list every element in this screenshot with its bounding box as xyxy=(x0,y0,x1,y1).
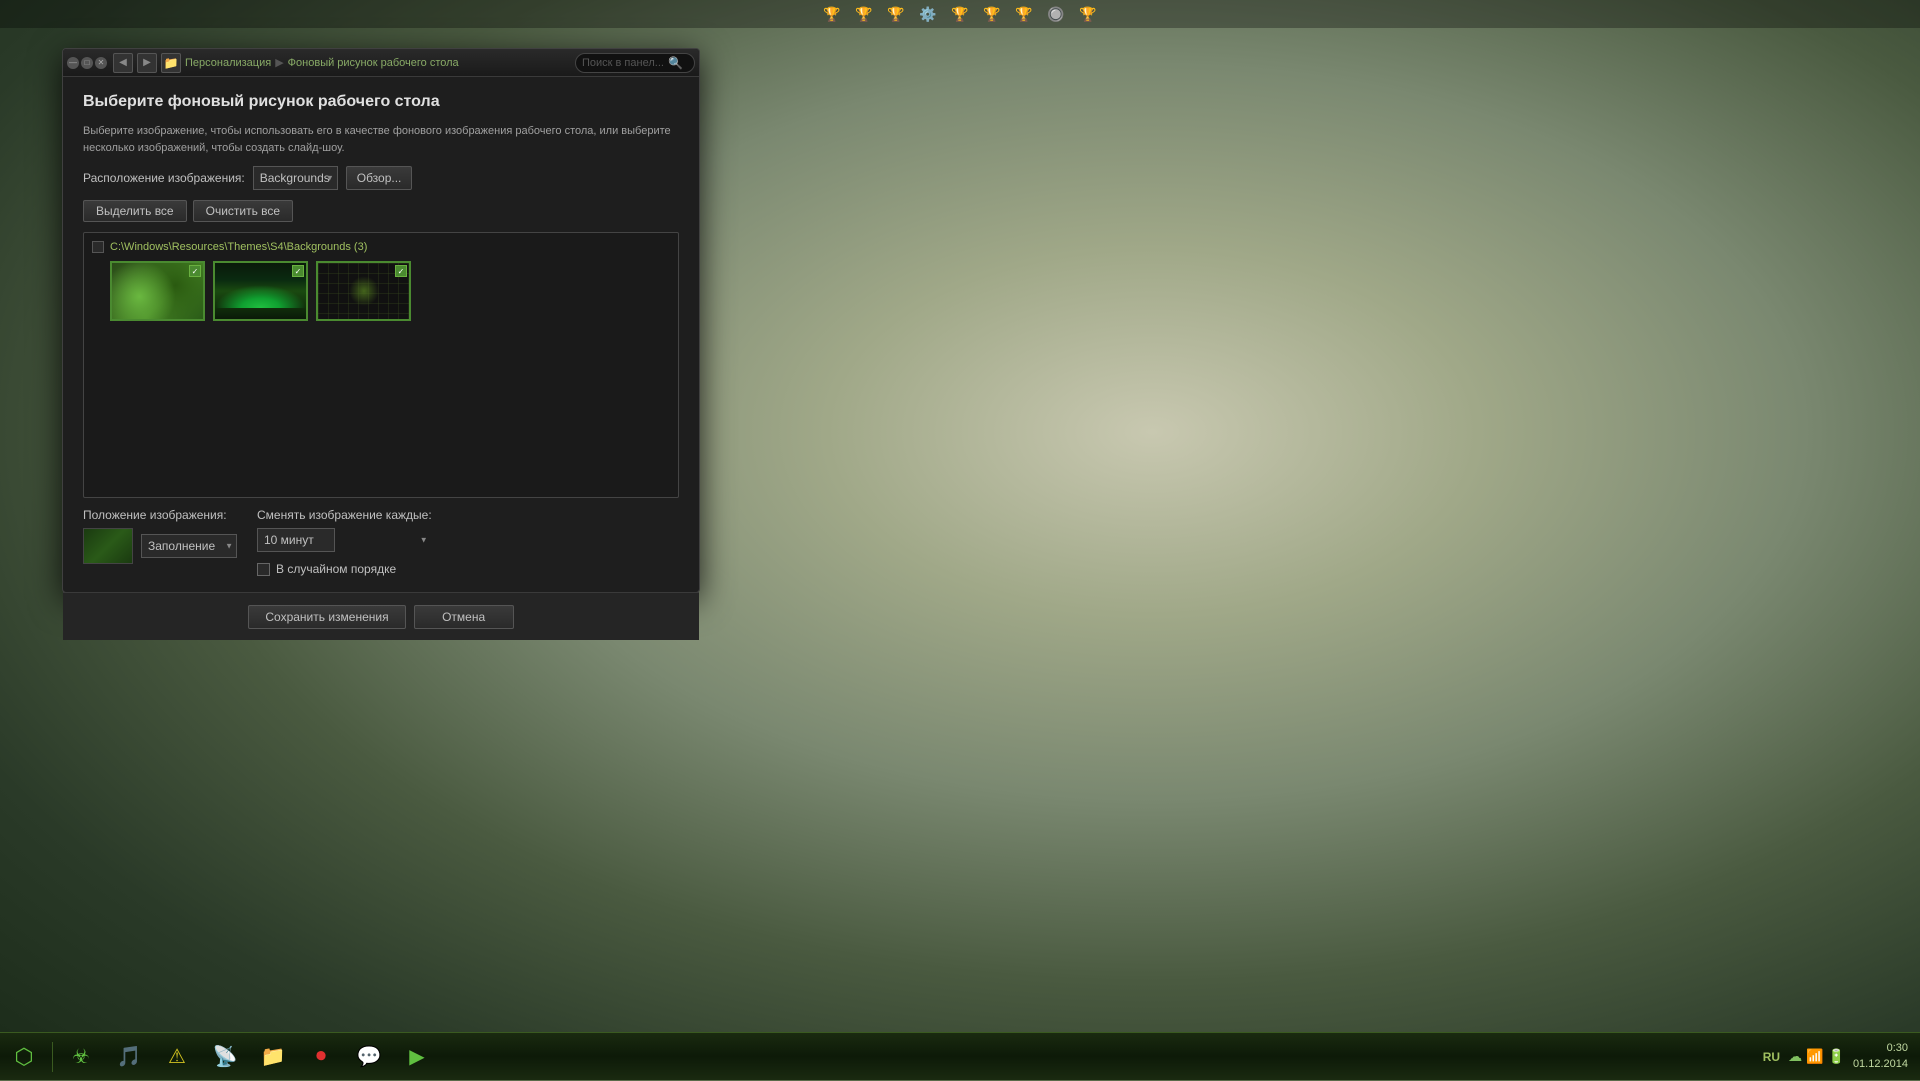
toolbar-icon-2[interactable]: 🏆 xyxy=(850,2,878,26)
search-placeholder: Поиск в панел... xyxy=(582,57,664,69)
random-checkbox-row: В случайном порядке xyxy=(257,562,432,576)
taskbar-right: RU ☁ 📶 🔋 0:30 01.12.2014 xyxy=(1763,1041,1920,1072)
breadcrumb-separator-1: ▶ xyxy=(275,56,283,69)
signal-icon: 📶 xyxy=(1806,1048,1823,1065)
toolbar-icon-3[interactable]: 🏆 xyxy=(882,2,910,26)
nav-back-button[interactable]: ◀ xyxy=(113,53,133,73)
clock-time: 0:30 xyxy=(1853,1041,1908,1056)
dialog-content: Выберите фоновый рисунок рабочего стола … xyxy=(63,77,699,592)
breadcrumb-wallpaper[interactable]: Фоновый рисунок рабочего стола xyxy=(288,57,459,69)
bottom-section: Положение изображения: Заполнение Сменят… xyxy=(83,508,679,576)
taskbar-icon-record[interactable]: ⏺ xyxy=(297,1033,345,1081)
taskbar-icon-media[interactable]: 🎵 xyxy=(105,1033,153,1081)
random-checkbox[interactable] xyxy=(257,563,270,576)
search-box: Поиск в панел... 🔍 xyxy=(575,53,695,73)
shield-icon: ☣ xyxy=(72,1044,90,1069)
position-section: Положение изображения: Заполнение xyxy=(83,508,237,564)
image-location-row: Расположение изображения: Backgrounds Об… xyxy=(83,166,679,190)
action-buttons: Выделить все Очистить все xyxy=(83,200,679,222)
taskbar-icon-warning[interactable]: ⚠ xyxy=(153,1033,201,1081)
toolbar-icon-4[interactable]: ⚙️ xyxy=(914,2,942,26)
thumb-1-checkbox[interactable]: ✓ xyxy=(189,265,201,277)
warning-icon: ⚠ xyxy=(168,1044,186,1069)
clear-all-button[interactable]: Очистить все xyxy=(193,200,293,222)
record-icon: ⏺ xyxy=(316,1045,326,1068)
app-icon: ▶ xyxy=(409,1044,424,1069)
network-icon: 📡 xyxy=(213,1044,238,1069)
location-select-wrapper: Backgrounds xyxy=(253,166,338,190)
position-select[interactable]: Заполнение xyxy=(141,534,237,558)
start-icon: ⬡ xyxy=(14,1044,33,1070)
close-button[interactable]: ✕ xyxy=(95,57,107,69)
taskbar-separator-1 xyxy=(52,1042,53,1072)
toolbar-icon-9[interactable]: 🏆 xyxy=(1074,2,1102,26)
dialog-titlebar: — □ ✕ ◀ ▶ 📁 Персонализация ▶ Фоновый рис… xyxy=(63,49,699,77)
image-location-label: Расположение изображения: xyxy=(83,171,245,185)
start-button[interactable]: ⬡ xyxy=(0,1033,48,1081)
position-preview-img xyxy=(84,529,132,563)
taskbar-icon-shield[interactable]: ☣ xyxy=(57,1033,105,1081)
wallpaper-dialog: — □ ✕ ◀ ▶ 📁 Персонализация ▶ Фоновый рис… xyxy=(62,48,700,593)
change-interval-select[interactable]: 10 минут xyxy=(257,528,335,552)
change-label: Сменять изображение каждые: xyxy=(257,508,432,522)
folder-path: C:\Windows\Resources\Themes\S4\Backgroun… xyxy=(110,241,367,253)
clock-date: 01.12.2014 xyxy=(1853,1057,1908,1072)
taskbar-icon-network[interactable]: 📡 xyxy=(201,1033,249,1081)
toolbar-icon-7[interactable]: 🏆 xyxy=(1010,2,1038,26)
maximize-button[interactable]: □ xyxy=(81,57,93,69)
thumbnail-1[interactable]: ✓ xyxy=(110,261,205,321)
folder-row: C:\Windows\Resources\Themes\S4\Backgroun… xyxy=(92,241,670,253)
position-preview xyxy=(83,528,133,564)
thumb-2-checkbox[interactable]: ✓ xyxy=(292,265,304,277)
breadcrumb-personalize[interactable]: Персонализация xyxy=(185,57,271,69)
position-row: Заполнение xyxy=(83,528,237,564)
change-select-wrapper: 10 минут xyxy=(257,528,432,552)
breadcrumb: Персонализация ▶ Фоновый рисунок рабочег… xyxy=(185,56,571,69)
media-icon: 🎵 xyxy=(117,1044,142,1069)
thumbnail-3[interactable]: ✓ xyxy=(316,261,411,321)
toolbar-icon-6[interactable]: 🏆 xyxy=(978,2,1006,26)
dialog-footer: Сохранить изменения Отмена xyxy=(63,592,699,640)
dialog-description: Выберите изображение, чтобы использовать… xyxy=(83,123,679,156)
taskbar-icon-folder[interactable]: 📁 xyxy=(249,1033,297,1081)
folder-icon: 📁 xyxy=(261,1044,286,1069)
taskbar-clock: 0:30 01.12.2014 xyxy=(1853,1041,1908,1072)
search-icon[interactable]: 🔍 xyxy=(668,56,683,70)
toolbar-icon-5[interactable]: 🏆 xyxy=(946,2,974,26)
taskbar-icons: ☣ 🎵 ⚠ 📡 📁 ⏺ 💬 ▶ xyxy=(57,1033,1763,1080)
thumbnail-2[interactable]: ✓ xyxy=(213,261,308,321)
random-label: В случайном порядке xyxy=(276,562,396,576)
chat-icon: 💬 xyxy=(357,1044,382,1069)
change-section: Сменять изображение каждые: 10 минут В с… xyxy=(257,508,432,576)
thumb-3-checkbox[interactable]: ✓ xyxy=(395,265,407,277)
taskbar-icon-app[interactable]: ▶ xyxy=(393,1033,441,1081)
toolbar-icon-8[interactable]: 🔘 xyxy=(1042,2,1070,26)
image-grid-container: C:\Windows\Resources\Themes\S4\Backgroun… xyxy=(83,232,679,498)
minimize-button[interactable]: — xyxy=(67,57,79,69)
top-toolbar: 🏆 🏆 🏆 ⚙️ 🏆 🏆 🏆 🔘 🏆 xyxy=(0,0,1920,28)
cancel-button[interactable]: Отмена xyxy=(414,605,514,629)
position-select-wrapper: Заполнение xyxy=(141,534,237,558)
nav-folder-button[interactable]: 📁 xyxy=(161,53,181,73)
taskbar-lang: RU xyxy=(1763,1050,1780,1064)
titlebar-nav: ◀ ▶ 📁 Персонализация ▶ Фоновый рисунок р… xyxy=(113,53,695,73)
select-all-button[interactable]: Выделить все xyxy=(83,200,187,222)
browse-button[interactable]: Обзор... xyxy=(346,166,413,190)
position-label: Положение изображения: xyxy=(83,508,237,522)
signal-icons: ☁ 📶 🔋 xyxy=(1788,1048,1845,1065)
location-select[interactable]: Backgrounds xyxy=(253,166,338,190)
folder-checkbox[interactable] xyxy=(92,241,104,253)
titlebar-controls: — □ ✕ xyxy=(67,57,107,69)
nav-forward-button[interactable]: ▶ xyxy=(137,53,157,73)
toolbar-icon-1[interactable]: 🏆 xyxy=(818,2,846,26)
taskbar-icon-chat[interactable]: 💬 xyxy=(345,1033,393,1081)
dialog-title: Выберите фоновый рисунок рабочего стола xyxy=(83,93,679,111)
taskbar: ⬡ ☣ 🎵 ⚠ 📡 📁 ⏺ 💬 ▶ RU ☁ xyxy=(0,1032,1920,1080)
battery-icon: 🔋 xyxy=(1828,1048,1845,1065)
save-button[interactable]: Сохранить изменения xyxy=(248,605,405,629)
image-grid: ✓ ✓ ✓ xyxy=(92,261,670,321)
cloud-icon: ☁ xyxy=(1788,1048,1802,1065)
